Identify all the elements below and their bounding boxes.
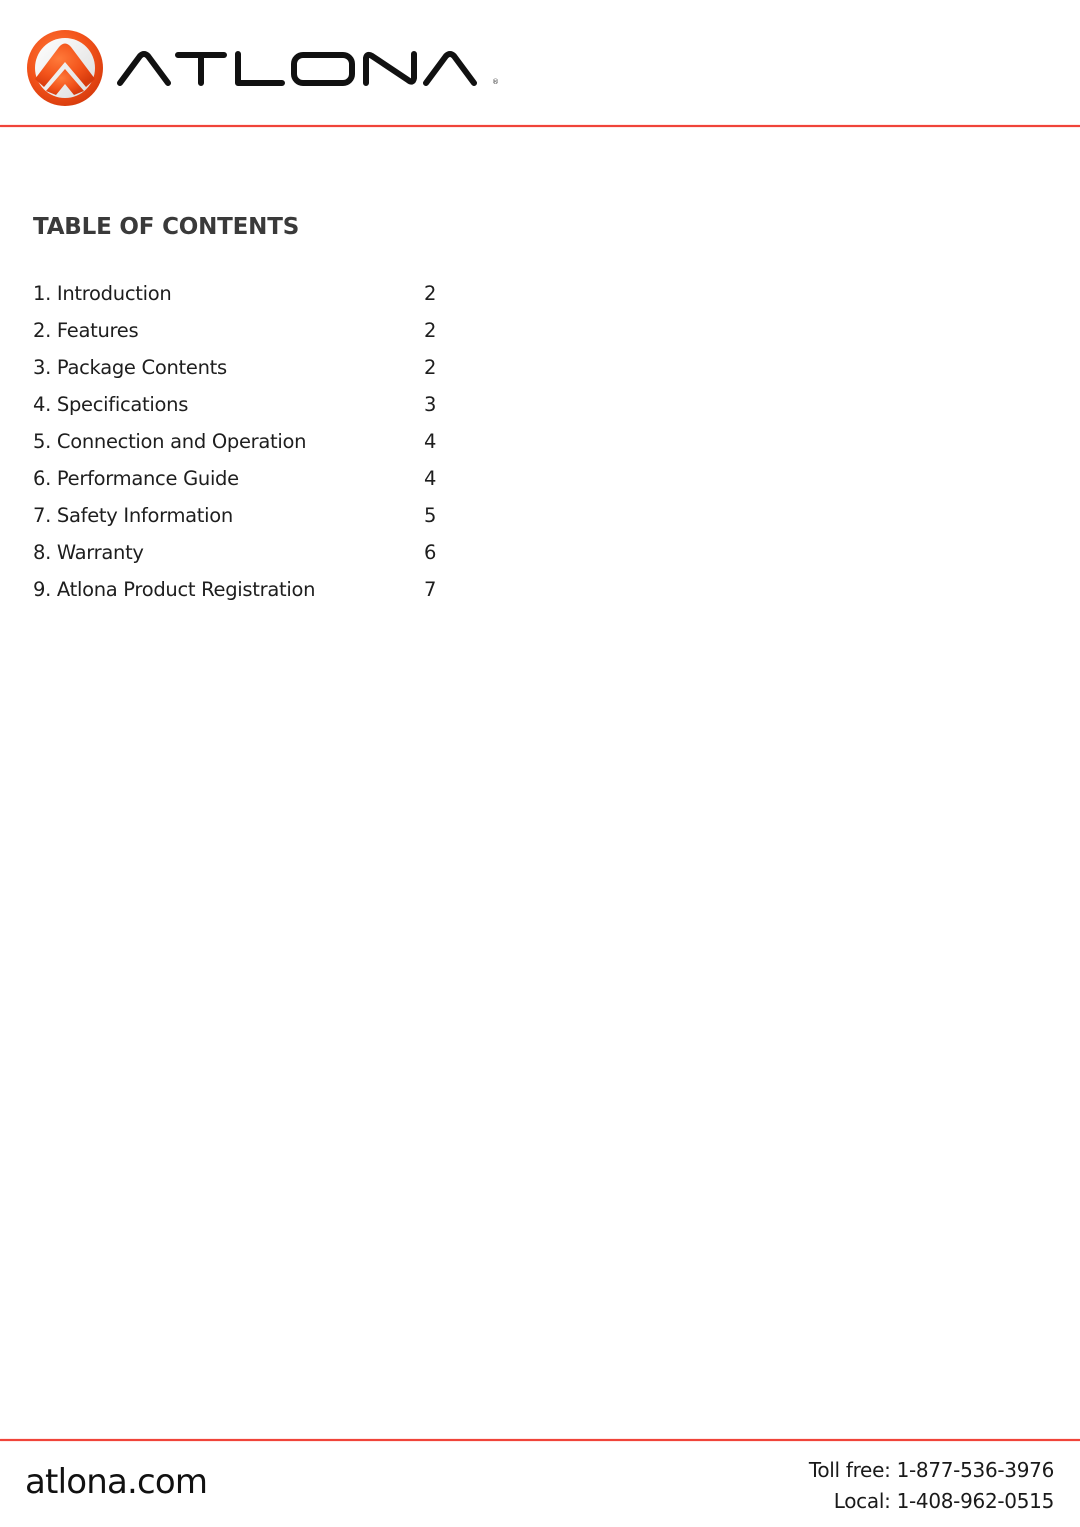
toc-item[interactable]: 5. Connection and Operation 4 [33, 429, 443, 466]
toc-item[interactable]: 7. Safety Information 5 [33, 503, 443, 540]
toc-item-label: 5. Connection and Operation [33, 430, 307, 453]
toc-item[interactable]: 8. Warranty 6 [33, 540, 443, 577]
toc-item-label: 4. Specifications [33, 393, 189, 416]
toc-item-label: 7. Safety Information [33, 504, 233, 527]
toc-item[interactable]: 9. Atlona Product Registration 7 [33, 577, 443, 614]
contact-info: Toll free: 1-877-536-3976 Local: 1-408-9… [809, 1455, 1054, 1517]
toc-item-page: 4 [423, 430, 437, 453]
toc-item-label: 2. Features [33, 319, 139, 342]
toc-item[interactable]: 3. Package Contents 2 [33, 355, 443, 392]
toc-item-label: 8. Warranty [33, 541, 144, 564]
toll-free-phone: Toll free: 1-877-536-3976 [808, 1458, 1054, 1482]
website-link[interactable]: atlona.com [25, 1462, 208, 1502]
toc-item-label: 6. Performance Guide [33, 467, 239, 490]
toc-item-page: 2 [423, 356, 437, 379]
atlona-logo-icon [27, 30, 103, 106]
local-phone: Local: 1-408-962-0515 [833, 1489, 1055, 1513]
atlona-wordmark: ® [117, 51, 499, 86]
page-header: ® [0, 0, 1080, 127]
toc-item-page: 6 [423, 541, 437, 564]
footer-divider [0, 1439, 1080, 1441]
header-divider [0, 125, 1080, 127]
toc-item[interactable]: 6. Performance Guide 4 [33, 466, 443, 503]
toc-item-page: 2 [423, 319, 437, 342]
toc-item-page: 5 [423, 504, 437, 527]
toc-title: TABLE OF CONTENTS [33, 214, 300, 240]
toc-item-label: 3. Package Contents [33, 356, 227, 379]
toc-item[interactable]: 2. Features 2 [33, 318, 443, 355]
toc-item-label: 9. Atlona Product Registration [33, 578, 316, 601]
toc-item-page: 3 [423, 393, 437, 416]
toc-list: 1. Introduction 2 2. Features 2 3. Packa… [33, 281, 443, 614]
toc-item[interactable]: 1. Introduction 2 [33, 281, 443, 318]
toc-item-label: 1. Introduction [33, 282, 172, 305]
toc-item-page: 7 [423, 578, 437, 601]
toc-item[interactable]: 4. Specifications 3 [33, 392, 443, 429]
toc-item-page: 2 [423, 282, 437, 305]
registered-mark: ® [492, 78, 499, 86]
toc-item-page: 4 [423, 467, 437, 490]
